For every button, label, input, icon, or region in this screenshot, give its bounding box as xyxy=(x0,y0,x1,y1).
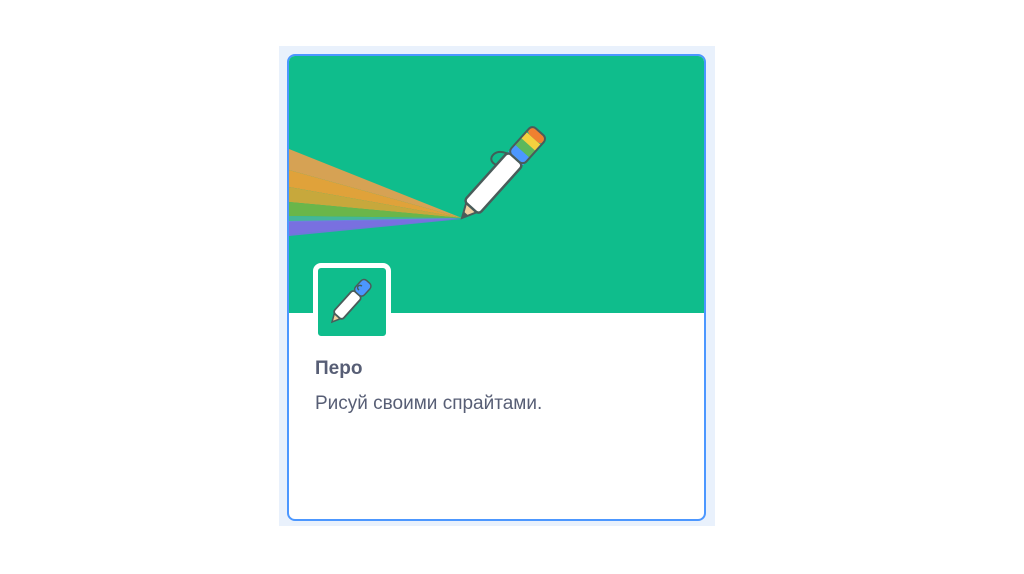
extension-title: Перо xyxy=(315,358,363,379)
extension-icon-badge xyxy=(313,263,391,341)
pen-extension-card[interactable]: Перо Рисуй своими спрайтами. xyxy=(287,54,706,521)
extension-description: Рисуй своими спрайтами. xyxy=(315,393,543,414)
pen-icon xyxy=(330,278,372,324)
